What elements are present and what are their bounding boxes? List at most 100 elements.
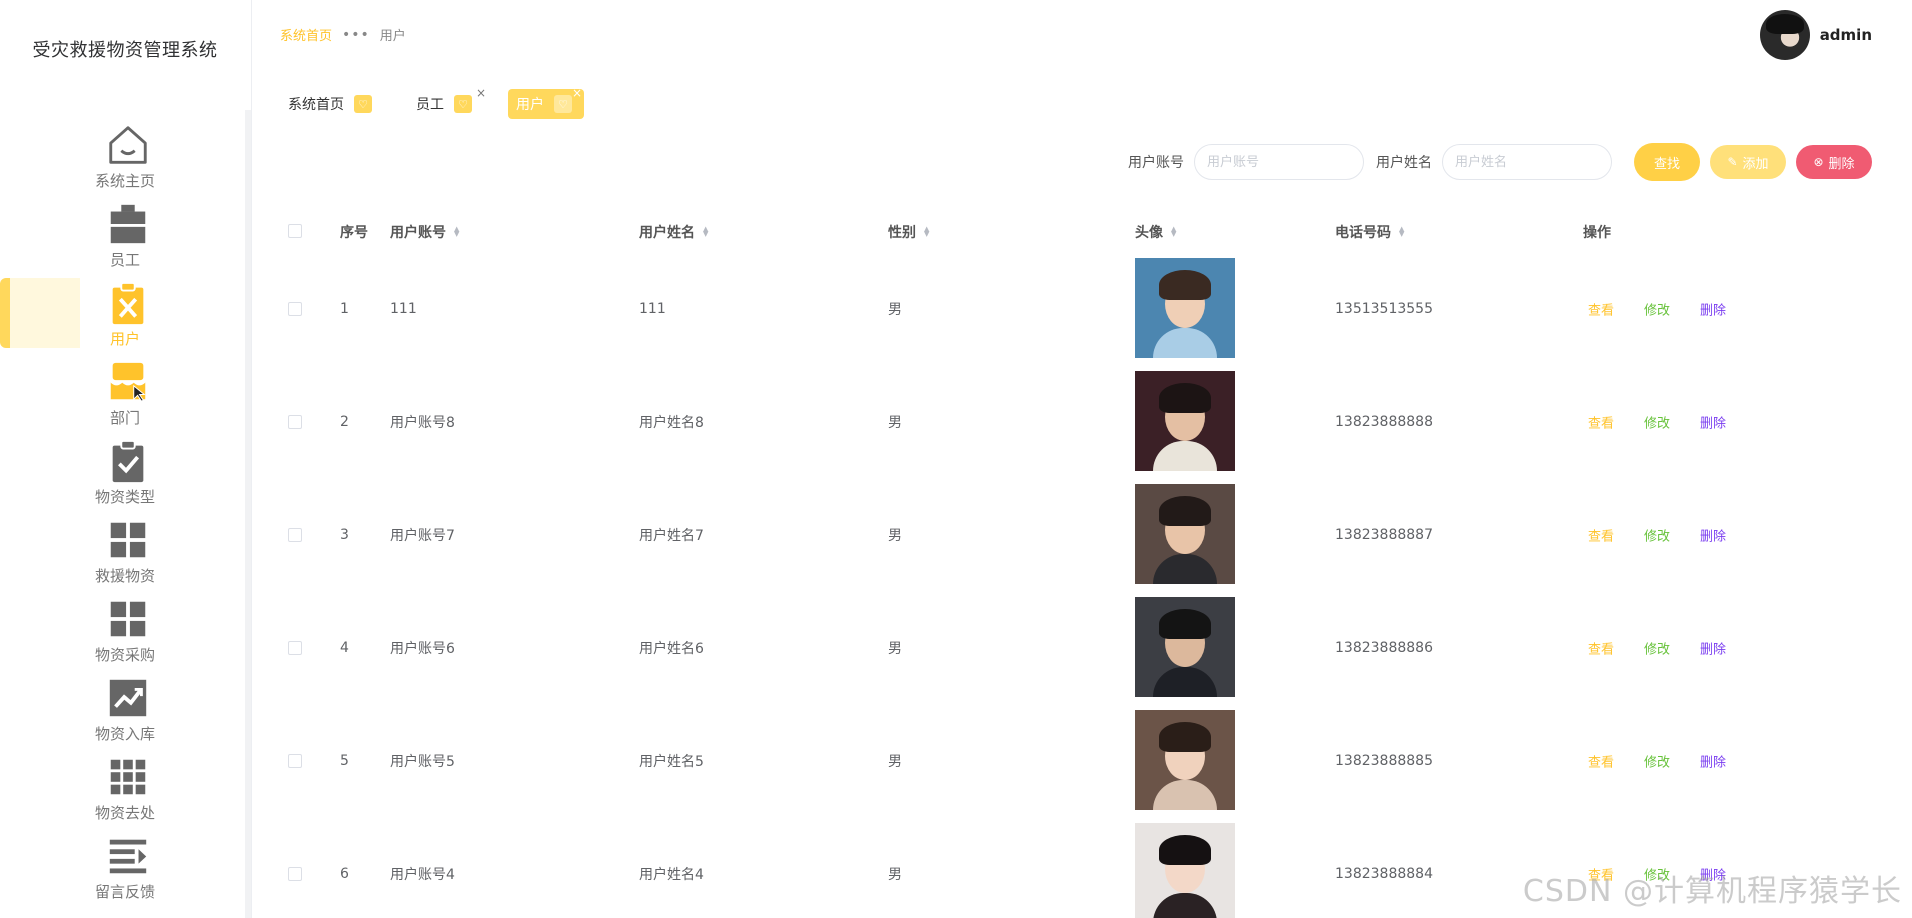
grid-icon bbox=[104, 596, 152, 642]
username[interactable]: admin bbox=[1820, 26, 1872, 44]
delete-link[interactable]: 删除 bbox=[1700, 638, 1726, 657]
sidebar-nav: 系统主页 员工用户部门物资类型救援物资物资采购物资入库 物资去处 留言反馈 bbox=[0, 118, 250, 908]
row-checkbox[interactable] bbox=[288, 414, 302, 429]
tab-1[interactable]: 员工 ♡ × bbox=[408, 86, 486, 119]
sort-caret-icon[interactable]: ▲ ▼ bbox=[703, 226, 708, 238]
delete-link[interactable]: 删除 bbox=[1700, 299, 1726, 318]
user-menu[interactable]: admin bbox=[1759, 10, 1872, 60]
view-link[interactable]: 查看 bbox=[1588, 751, 1614, 770]
avatar[interactable] bbox=[1759, 10, 1810, 60]
sidebar-item-0[interactable]: 系统主页 bbox=[0, 118, 250, 197]
header-avatar[interactable]: 头像 ▲ ▼ bbox=[1135, 222, 1176, 242]
sidebar-item-5[interactable]: 救援物资 bbox=[0, 513, 250, 592]
sidebar-item-4[interactable]: 物资类型 bbox=[0, 434, 250, 513]
sort-caret-icon[interactable]: ▲ ▼ bbox=[924, 226, 929, 238]
cell-index: 2 bbox=[340, 413, 349, 430]
briefcase-icon bbox=[104, 201, 152, 247]
sidebar-item-label: 救援物资 bbox=[94, 567, 155, 585]
header-actions-label: 操作 bbox=[1583, 225, 1611, 241]
sidebar-item-9[interactable]: 留言反馈 bbox=[0, 829, 250, 908]
avatar-image bbox=[1135, 710, 1235, 810]
circle-x-icon: ⊗ bbox=[1813, 155, 1824, 169]
tab-2[interactable]: 用户 ♡ × bbox=[508, 86, 584, 119]
row-checkbox[interactable] bbox=[288, 866, 302, 881]
select-all-checkbox[interactable] bbox=[288, 224, 302, 238]
sort-caret-icon[interactable]: ▲ ▼ bbox=[1399, 226, 1404, 238]
cell-name: 用户姓名6 bbox=[639, 640, 704, 657]
account-search-input[interactable] bbox=[1194, 144, 1364, 180]
breadcrumb-current: 用户 bbox=[379, 29, 406, 44]
close-icon[interactable]: × bbox=[572, 86, 582, 100]
table-row[interactable]: 3 用户账号7 用户姓名7 男 13823888887 查看 修改 删除 bbox=[280, 478, 1860, 591]
cell-gender: 男 bbox=[888, 640, 902, 657]
cell-phone: 13823888884 bbox=[1335, 865, 1433, 882]
close-icon[interactable]: × bbox=[476, 86, 486, 100]
tab-label: 员工 bbox=[416, 97, 444, 113]
edit-link[interactable]: 修改 bbox=[1644, 412, 1670, 431]
breadcrumb-home-link[interactable]: 系统首页 bbox=[280, 25, 332, 44]
avatar-image bbox=[1135, 823, 1235, 918]
header-avatar-label: 头像 bbox=[1135, 225, 1163, 241]
edit-link[interactable]: 修改 bbox=[1644, 299, 1670, 318]
delete-link[interactable]: 删除 bbox=[1700, 412, 1726, 431]
row-select[interactable] bbox=[288, 866, 302, 881]
edit-link[interactable]: 修改 bbox=[1644, 638, 1670, 657]
sort-caret-icon[interactable]: ▲ ▼ bbox=[454, 226, 459, 238]
bulk-delete-button[interactable]: ⊗ 删除 bbox=[1796, 145, 1872, 179]
delete-link[interactable]: 删除 bbox=[1700, 751, 1726, 770]
name-search-input[interactable] bbox=[1442, 144, 1612, 180]
sidebar-item-label: 部门 bbox=[109, 409, 140, 427]
row-select[interactable] bbox=[288, 753, 302, 768]
sidebar-item-label: 用户 bbox=[109, 330, 140, 348]
table-row[interactable]: 2 用户账号8 用户姓名8 男 13823888888 查看 修改 删除 bbox=[280, 365, 1860, 478]
table-row[interactable]: 1 111 111 男 13513513555 查看 修改 删除 bbox=[280, 252, 1860, 365]
add-button[interactable]: ✎ 添加 bbox=[1710, 145, 1786, 179]
header-account[interactable]: 用户账号 ▲ ▼ bbox=[390, 222, 459, 242]
sidebar-scrollbar[interactable] bbox=[245, 110, 251, 918]
header-phone[interactable]: 电话号码 ▲ ▼ bbox=[1335, 222, 1404, 242]
row-checkbox[interactable] bbox=[288, 527, 302, 542]
tab-badge-icon: ♡ bbox=[454, 95, 472, 113]
name-search-label: 用户姓名 bbox=[1376, 155, 1432, 171]
trend-chart-icon bbox=[104, 675, 152, 721]
sidebar-item-8[interactable]: 物资去处 bbox=[0, 750, 250, 829]
row-checkbox[interactable] bbox=[288, 753, 302, 768]
view-link[interactable]: 查看 bbox=[1588, 638, 1614, 657]
view-link[interactable]: 查看 bbox=[1588, 412, 1614, 431]
cell-index: 6 bbox=[340, 865, 349, 882]
sort-caret-icon[interactable]: ▲ ▼ bbox=[1171, 226, 1176, 238]
row-select[interactable] bbox=[288, 414, 302, 429]
sidebar: 受灾救援物资管理系统 系统主页 员工 用户 部门 物资类型 救援物资 物资采购 物资入库 物资去… bbox=[0, 0, 252, 918]
view-link[interactable]: 查看 bbox=[1588, 525, 1614, 544]
row-select[interactable] bbox=[288, 301, 302, 316]
delete-link[interactable]: 删除 bbox=[1700, 525, 1726, 544]
edit-link[interactable]: 修改 bbox=[1644, 525, 1670, 544]
cell-phone: 13823888885 bbox=[1335, 752, 1433, 769]
find-button[interactable]: 查找 bbox=[1634, 143, 1700, 181]
sidebar-item-1[interactable]: 员工 bbox=[0, 197, 250, 276]
sidebar-item-3[interactable]: 部门 bbox=[0, 355, 250, 434]
tab-0[interactable]: 系统首页 ♡ bbox=[280, 89, 380, 119]
user-table: 序号 用户账号 ▲ ▼ 用户姓名 ▲ ▼ 性别 ▲ ▼ 头像 ▲ ▼ 电话号码 ▲ ▼ 操作 1 11… bbox=[280, 210, 1860, 918]
row-select[interactable] bbox=[288, 527, 302, 542]
cell-index: 4 bbox=[340, 639, 349, 656]
sidebar-item-2[interactable]: 用户 bbox=[0, 276, 250, 355]
tab-badge-icon: ♡ bbox=[554, 95, 572, 113]
row-checkbox[interactable] bbox=[288, 640, 302, 655]
cell-name: 用户姓名4 bbox=[639, 866, 704, 883]
sidebar-item-7[interactable]: 物资入库 bbox=[0, 671, 250, 750]
sidebar-item-label: 物资采购 bbox=[94, 646, 155, 664]
home-icon bbox=[104, 122, 152, 168]
table-row[interactable]: 5 用户账号5 用户姓名5 男 13823888885 查看 修改 删除 bbox=[280, 704, 1860, 817]
header-gender[interactable]: 性别 ▲ ▼ bbox=[888, 222, 929, 242]
row-select[interactable] bbox=[288, 640, 302, 655]
row-checkbox[interactable] bbox=[288, 301, 302, 316]
edit-link[interactable]: 修改 bbox=[1644, 751, 1670, 770]
header-name[interactable]: 用户姓名 ▲ ▼ bbox=[639, 222, 708, 242]
watermark: CSDN @计算机程序猿学长 bbox=[1522, 874, 1902, 909]
sidebar-item-6[interactable]: 物资采购 bbox=[0, 592, 250, 671]
view-link[interactable]: 查看 bbox=[1588, 299, 1614, 318]
header-name-label: 用户姓名 bbox=[639, 225, 695, 241]
header: 系统首页 ••• 用户 admin bbox=[252, 0, 1912, 68]
table-row[interactable]: 4 用户账号6 用户姓名6 男 13823888886 查看 修改 删除 bbox=[280, 591, 1860, 704]
